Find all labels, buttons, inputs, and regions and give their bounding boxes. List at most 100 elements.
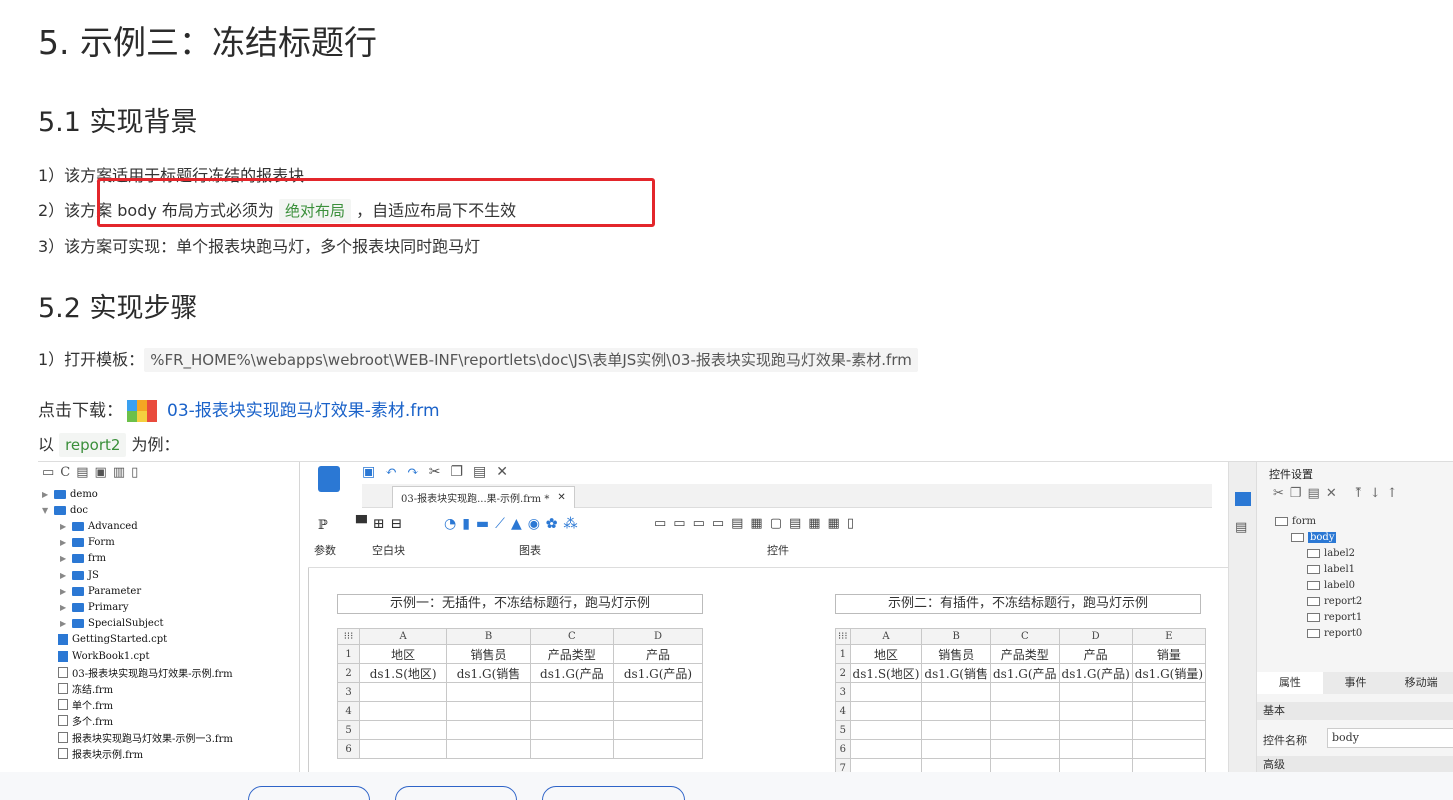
column-header[interactable]: A <box>849 628 923 645</box>
chevron-down-icon[interactable]: ▼ <box>42 506 50 515</box>
grid-cell[interactable]: 产品 <box>612 644 704 664</box>
row-header[interactable]: 6 <box>835 739 851 759</box>
tab-properties[interactable]: 属性 <box>1257 672 1323 694</box>
grid-cell[interactable] <box>921 758 991 773</box>
grid-cell[interactable]: 产品类型 <box>989 644 1060 664</box>
tree-item[interactable]: 单个.frm <box>58 697 113 713</box>
grid-cell[interactable] <box>921 739 991 759</box>
widget-settings-icon[interactable] <box>1235 492 1251 506</box>
tree-item[interactable]: ▶ SpecialSubject <box>60 616 163 632</box>
tree-item[interactable]: WorkBook1.cpt <box>58 648 149 664</box>
layout-icon[interactable]: ▤ <box>1235 520 1247 535</box>
row-header[interactable]: 2 <box>835 663 851 683</box>
grid-cell[interactable] <box>989 758 1060 773</box>
new-folder-icon[interactable]: ▭ <box>42 465 54 481</box>
tree-item[interactable]: ▶ Advanced <box>60 518 138 534</box>
tree-item[interactable]: 冻结.frm <box>58 680 113 696</box>
tree-item[interactable]: ▼ doc <box>42 502 88 518</box>
tree-item[interactable]: 03-报表块实现跑马灯效果-示例.frm <box>58 664 233 680</box>
grid-cell[interactable] <box>921 682 991 702</box>
grid-cell[interactable] <box>849 720 923 740</box>
grid-cell[interactable] <box>989 701 1060 721</box>
grid-cell[interactable]: ds1.S(地区) <box>849 663 923 683</box>
grid-cell[interactable] <box>446 682 531 702</box>
grid-cell[interactable] <box>529 682 614 702</box>
row-header[interactable]: 6 <box>337 739 360 759</box>
feedback-button-1[interactable] <box>248 786 370 800</box>
widget-node[interactable]: report0 <box>1307 628 1362 639</box>
tree-item[interactable]: ▶ demo <box>42 486 98 502</box>
tree-item[interactable]: ▶ frm <box>60 551 106 567</box>
tree-item[interactable]: 多个.frm <box>58 713 113 729</box>
chevron-right-icon[interactable]: ▶ <box>60 554 68 563</box>
close-icon[interactable]: ✕ <box>496 464 508 480</box>
chevron-right-icon[interactable]: ▶ <box>60 571 68 580</box>
widget-node[interactable]: report2 <box>1307 596 1362 607</box>
widget-node[interactable]: label0 <box>1307 580 1355 591</box>
grid-cell[interactable] <box>612 720 704 740</box>
grid-cell[interactable]: ds1.G(产品) <box>612 663 704 683</box>
grid-cell[interactable]: 销量 <box>1131 644 1207 664</box>
grid-cell[interactable] <box>1058 701 1133 721</box>
grid-cell[interactable]: 产品类型 <box>529 644 614 664</box>
grid-cell[interactable] <box>1058 682 1133 702</box>
undo-icon[interactable]: ↶ <box>385 464 397 480</box>
save-icon[interactable]: ▣ <box>362 464 375 480</box>
grid-cell[interactable] <box>446 739 531 759</box>
grid-cell[interactable] <box>612 682 704 702</box>
column-header[interactable]: C <box>529 628 614 645</box>
paste-icon[interactable]: ▤ <box>473 464 486 480</box>
lock-icon[interactable]: ▣ <box>95 465 107 481</box>
tree-item[interactable]: ▶ Parameter <box>60 583 141 599</box>
chevron-right-icon[interactable]: ▶ <box>60 538 68 547</box>
grid-cell[interactable]: 产品 <box>1058 644 1133 664</box>
redo-icon[interactable]: ↷ <box>407 464 419 480</box>
tree-item[interactable]: ▶ Form <box>60 535 115 551</box>
chevron-right-icon[interactable]: ▶ <box>60 603 68 612</box>
row-header[interactable]: 5 <box>337 720 360 740</box>
column-header[interactable]: B <box>921 628 991 645</box>
column-header[interactable]: E <box>1131 628 1207 645</box>
refresh-icon[interactable]: C <box>60 465 70 481</box>
chevron-right-icon[interactable]: ▶ <box>60 619 68 628</box>
name-input[interactable]: body <box>1327 728 1453 748</box>
grid-cell[interactable] <box>446 701 531 721</box>
cut-icon[interactable]: ✂ <box>429 464 441 480</box>
grid-cell[interactable] <box>989 739 1060 759</box>
tab-mobile[interactable]: 移动端 <box>1388 672 1453 694</box>
grid-cell[interactable]: 销售员 <box>446 644 531 664</box>
grid-cell[interactable] <box>989 720 1060 740</box>
tree-item[interactable]: 报表块实现跑马灯效果-示例一3.frm <box>58 729 233 745</box>
widget-node[interactable]: label2 <box>1307 548 1355 559</box>
grid-cell[interactable]: ds1.G(产品 <box>989 663 1060 683</box>
delete-icon[interactable]: ▥ <box>113 465 125 481</box>
grid-cell[interactable] <box>1131 720 1207 740</box>
grid-cell[interactable] <box>1058 720 1133 740</box>
grid-cell[interactable] <box>612 701 704 721</box>
tab-template[interactable]: 03-报表块实现跑...果-示例.frm * ✕ <box>392 486 575 508</box>
chevron-right-icon[interactable]: ▶ <box>42 490 50 499</box>
grid-cell[interactable]: 地区 <box>358 644 448 664</box>
grid-cell[interactable]: ds1.S(地区) <box>358 663 448 683</box>
row-header[interactable]: 4 <box>337 701 360 721</box>
grid-cell[interactable] <box>1058 739 1133 759</box>
grid-cell[interactable] <box>446 720 531 740</box>
column-header[interactable]: A <box>358 628 448 645</box>
feedback-button-2[interactable] <box>395 786 517 800</box>
grid-cell[interactable] <box>1131 701 1207 721</box>
column-header[interactable]: D <box>612 628 704 645</box>
row-header[interactable]: 3 <box>835 682 851 702</box>
grid-cell[interactable] <box>921 720 991 740</box>
grid-cell[interactable]: ds1.G(产品 <box>529 663 614 683</box>
grid-cell[interactable] <box>1131 758 1207 773</box>
column-header[interactable]: D <box>1058 628 1133 645</box>
panel-toolbar[interactable]: ✂❐▤✕ ⤒↓↑ <box>1273 486 1404 501</box>
grid-cell[interactable] <box>529 701 614 721</box>
grid-cell[interactable] <box>849 758 923 773</box>
row-header[interactable]: 7 <box>835 758 851 773</box>
grid-cell[interactable]: ds1.G(销售 <box>446 663 531 683</box>
grid-cell[interactable] <box>849 682 923 702</box>
grid-cell[interactable] <box>1058 758 1133 773</box>
chevron-right-icon[interactable]: ▶ <box>60 522 68 531</box>
row-header[interactable]: 1 <box>337 644 360 664</box>
